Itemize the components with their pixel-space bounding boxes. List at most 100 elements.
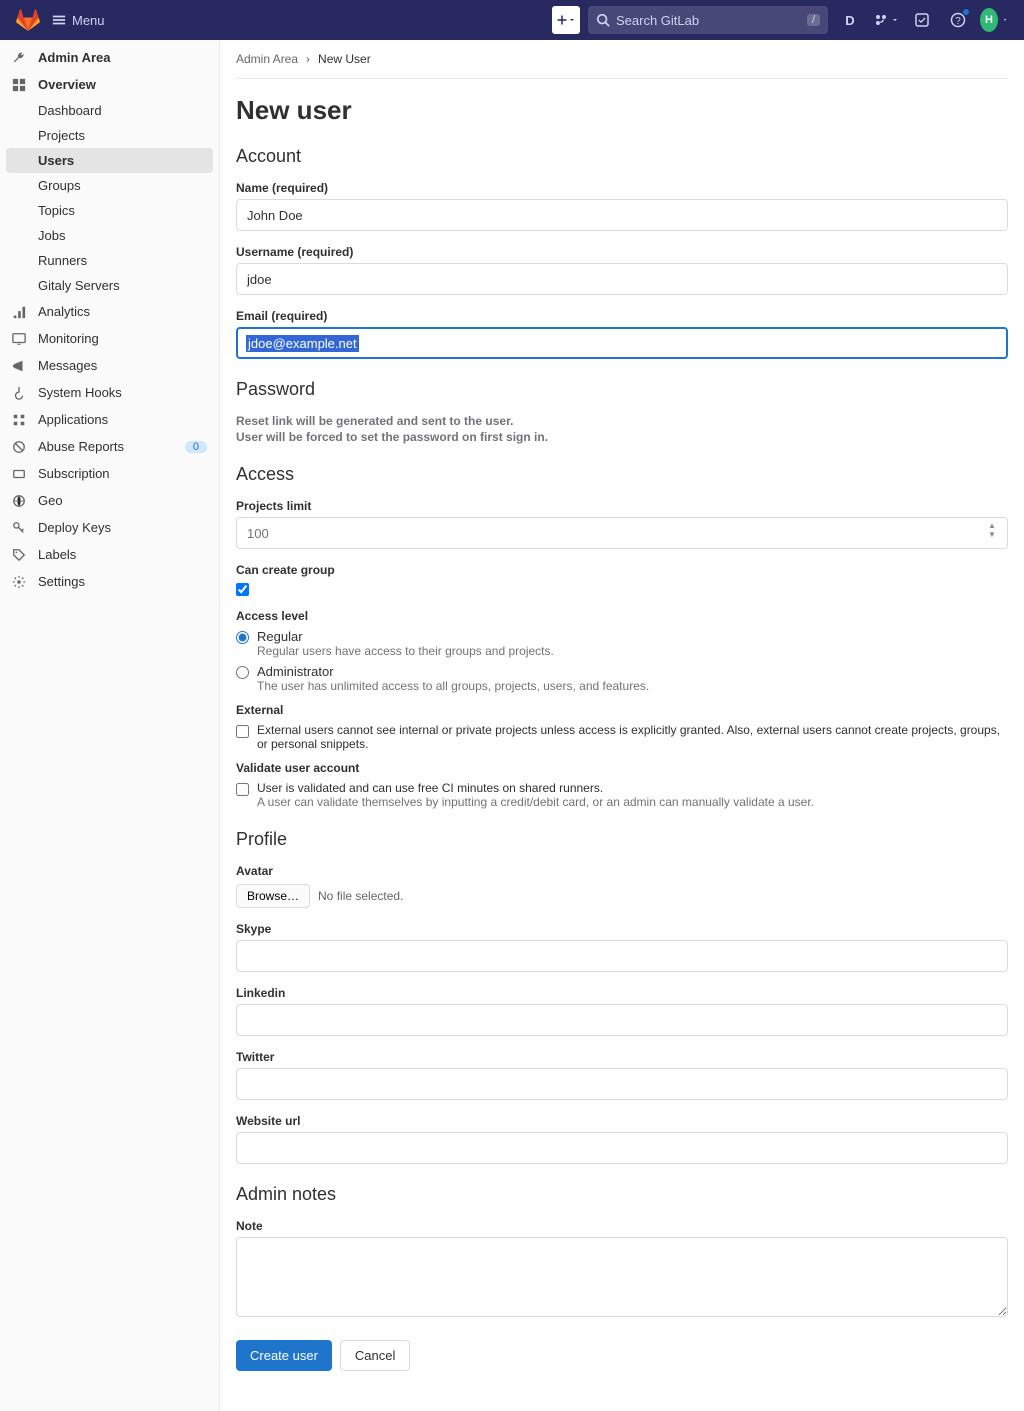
sidebar-messages[interactable]: Messages — [0, 352, 219, 379]
sidebar-abuse-reports[interactable]: Abuse Reports0 — [0, 433, 219, 460]
sidebar-deploy-keys[interactable]: Deploy Keys — [0, 514, 219, 541]
sidebar-system-hooks[interactable]: System Hooks — [0, 379, 219, 406]
wrench-icon — [12, 51, 28, 65]
password-help-1: Reset link will be generated and sent to… — [236, 414, 1008, 428]
name-input[interactable] — [236, 199, 1008, 231]
validate-desc: A user can validate themselves by inputt… — [257, 795, 814, 809]
external-checkbox[interactable] — [236, 725, 249, 738]
linkedin-label: Linkedin — [236, 986, 1008, 1000]
sidebar-item-dashboard[interactable]: Dashboard — [0, 98, 219, 123]
number-stepper[interactable]: ▲▼ — [988, 521, 1004, 545]
website-input[interactable] — [236, 1132, 1008, 1164]
breadcrumb-separator: › — [306, 52, 310, 66]
name-label: Name (required) — [236, 181, 1008, 195]
sidebar-item-projects[interactable]: Projects — [0, 123, 219, 148]
sidebar-overview[interactable]: Overview — [0, 71, 219, 98]
sidebar-labels[interactable]: Labels — [0, 541, 219, 568]
access-heading: Access — [236, 464, 1008, 485]
sidebar-item-topics[interactable]: Topics — [0, 198, 219, 223]
password-heading: Password — [236, 379, 1008, 400]
cancel-button[interactable]: Cancel — [340, 1340, 410, 1371]
sidebar-analytics[interactable]: Analytics — [0, 298, 219, 325]
help-dropdown[interactable]: ? — [944, 6, 972, 34]
validate-label: Validate user account — [236, 761, 1008, 775]
website-label: Website url — [236, 1114, 1008, 1128]
monitor-icon — [12, 332, 28, 346]
search-icon — [596, 13, 610, 27]
linkedin-input[interactable] — [236, 1004, 1008, 1036]
sidebar-subscription[interactable]: Subscription — [0, 460, 219, 487]
bullhorn-icon — [12, 359, 28, 373]
validate-checkbox[interactable] — [236, 783, 249, 796]
merge-requests-dropdown[interactable] — [872, 6, 900, 34]
sidebar-item-runners[interactable]: Runners — [0, 248, 219, 273]
chevron-down-icon — [891, 16, 899, 24]
search-box[interactable]: / — [588, 6, 828, 34]
abuse-icon — [12, 440, 28, 454]
breadcrumb-parent[interactable]: Admin Area — [236, 52, 298, 66]
profile-heading: Profile — [236, 829, 1008, 850]
hook-icon — [12, 386, 28, 400]
file-status: No file selected. — [318, 889, 403, 903]
search-shortcut: / — [807, 14, 820, 26]
email-value-selected: jdoe@example.net — [246, 335, 359, 352]
menu-button[interactable]: Menu — [52, 13, 105, 28]
projects-limit-input[interactable] — [236, 517, 1008, 549]
create-user-button[interactable]: Create user — [236, 1340, 332, 1371]
sidebar-item-jobs[interactable]: Jobs — [0, 223, 219, 248]
analytics-icon — [12, 305, 28, 319]
sidebar-applications[interactable]: Applications — [0, 406, 219, 433]
notification-dot — [962, 8, 970, 16]
todos-icon[interactable] — [908, 6, 936, 34]
topbar: Menu / D ? H — [0, 0, 1024, 40]
page-title: New user — [236, 95, 1008, 126]
note-textarea[interactable] — [236, 1237, 1008, 1317]
breadcrumb: Admin Area › New User — [236, 40, 1008, 79]
hamburger-icon — [52, 13, 66, 27]
external-label: External — [236, 703, 1008, 717]
todo-icon — [914, 12, 930, 28]
user-menu[interactable]: H — [980, 6, 1008, 34]
avatar: H — [980, 8, 998, 32]
issues-icon[interactable]: D — [836, 6, 864, 34]
overview-icon — [12, 78, 28, 92]
gitlab-logo[interactable] — [16, 8, 40, 32]
twitter-input[interactable] — [236, 1068, 1008, 1100]
sidebar-monitoring[interactable]: Monitoring — [0, 325, 219, 352]
email-label: Email (required) — [236, 309, 1008, 323]
admin-notes-heading: Admin notes — [236, 1184, 1008, 1205]
sidebar-item-groups[interactable]: Groups — [0, 173, 219, 198]
applications-icon — [12, 413, 28, 427]
projects-limit-label: Projects limit — [236, 499, 1008, 513]
can-create-group-label: Can create group — [236, 563, 1008, 577]
email-input[interactable]: jdoe@example.net — [236, 327, 1008, 359]
skype-label: Skype — [236, 922, 1008, 936]
admin-desc: The user has unlimited access to all gro… — [257, 679, 649, 693]
abuse-badge: 0 — [185, 441, 207, 453]
sidebar-item-gitaly[interactable]: Gitaly Servers — [0, 273, 219, 298]
skype-input[interactable] — [236, 940, 1008, 972]
sidebar-admin-area[interactable]: Admin Area — [0, 44, 219, 71]
sidebar-settings[interactable]: Settings — [0, 568, 219, 595]
password-help-2: User will be forced to set the password … — [236, 430, 1008, 444]
browse-button[interactable]: Browse… — [236, 884, 310, 908]
sidebar-item-users[interactable]: Users — [6, 148, 213, 173]
access-admin-radio[interactable] — [236, 666, 249, 679]
search-input[interactable] — [616, 13, 807, 28]
chevron-down-icon — [1002, 16, 1008, 24]
breadcrumb-current: New User — [318, 52, 371, 66]
external-desc: External users cannot see internal or pr… — [257, 723, 1008, 751]
label-icon — [12, 548, 28, 562]
key-icon — [12, 521, 28, 535]
twitter-label: Twitter — [236, 1050, 1008, 1064]
username-input[interactable] — [236, 263, 1008, 295]
sidebar-geo[interactable]: Geo — [0, 487, 219, 514]
can-create-group-checkbox[interactable] — [236, 583, 249, 596]
menu-label: Menu — [72, 13, 105, 28]
plus-icon — [556, 14, 568, 26]
sidebar: Admin Area Overview Dashboard Projects U… — [0, 40, 220, 1411]
plus-dropdown[interactable] — [552, 6, 580, 34]
access-level-label: Access level — [236, 609, 1008, 623]
note-label: Note — [236, 1219, 1008, 1233]
access-regular-radio[interactable] — [236, 631, 249, 644]
